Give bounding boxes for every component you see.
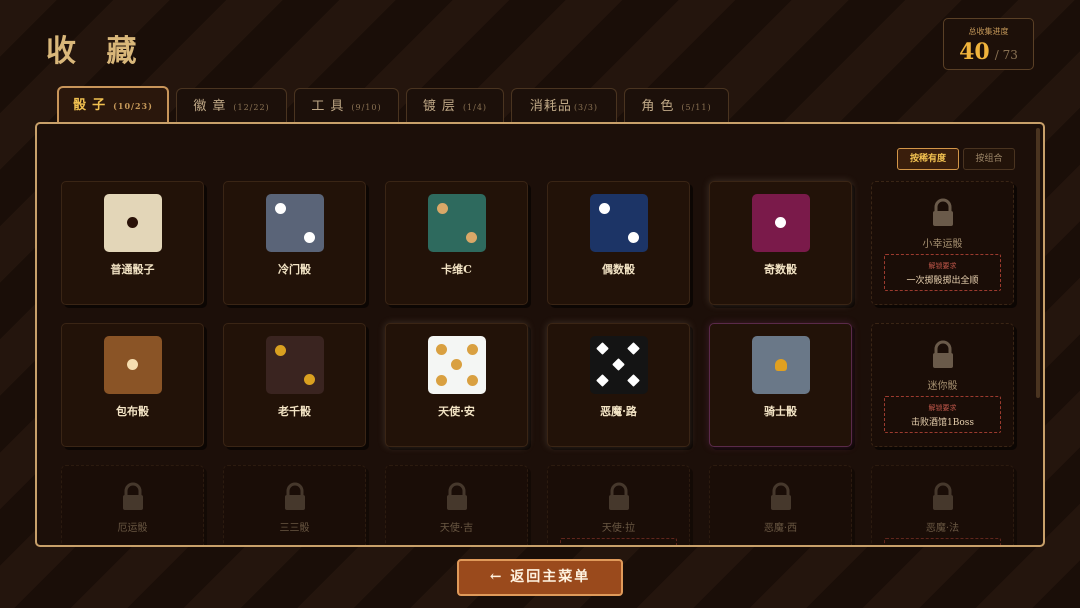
- card-name: 普通骰子: [110, 263, 155, 276]
- dice-card[interactable]: 冷门骰: [223, 181, 366, 305]
- card-name: 天使·拉: [601, 523, 636, 534]
- tab-label: 徽章: [193, 99, 232, 114]
- unlock-requirement: [884, 538, 1001, 545]
- dice-icon: [266, 336, 324, 394]
- dice-card[interactable]: 奇数骰: [709, 181, 852, 305]
- dice-card[interactable]: 恶魔·路: [547, 323, 690, 447]
- dice-card-locked[interactable]: 小幸运骰 解锁要求 一次掷骰掷出全顺: [871, 181, 1014, 305]
- unlock-requirement: 解锁要求 击败酒馆1Boss: [884, 396, 1001, 433]
- dice-card[interactable]: 偶数骰: [547, 181, 690, 305]
- tab-label: 消耗品: [529, 99, 572, 114]
- total-progress: 总收集进度 40 / 73: [943, 18, 1034, 70]
- dice-icon: [752, 336, 810, 394]
- dice-card[interactable]: 普通骰子: [61, 181, 204, 305]
- unlock-requirement: [560, 538, 677, 545]
- lock-icon: [933, 482, 953, 510]
- card-name: 冷门骰: [278, 263, 311, 276]
- tab-count: (9/10): [351, 103, 382, 112]
- card-name: 恶魔·法: [925, 523, 960, 534]
- tab-dice[interactable]: 骰子 (10/23): [57, 86, 169, 124]
- page-title: 收 藏: [46, 34, 147, 69]
- req-title: 解锁要求: [928, 262, 957, 270]
- dice-icon: [590, 336, 648, 394]
- tab-badges[interactable]: 徽章 (12/22): [176, 88, 287, 124]
- card-name: 天使·安: [438, 405, 475, 418]
- dice-card[interactable]: 骑士骰: [709, 323, 852, 447]
- lock-icon: [771, 482, 791, 510]
- tab-count: (10/23): [113, 101, 153, 111]
- dice-icon: [428, 336, 486, 394]
- dice-icon: [590, 194, 648, 252]
- dice-icon: [104, 194, 162, 252]
- card-name: 三三骰: [279, 523, 310, 534]
- card-name: 小幸运骰: [922, 239, 963, 250]
- tab-label: 骰子: [73, 98, 112, 113]
- req-text: 一次掷骰掷出全顺: [906, 276, 979, 286]
- card-name: 天使·吉: [439, 523, 474, 534]
- card-name: 老千骰: [278, 405, 311, 418]
- tab-count: (3/3): [573, 103, 599, 112]
- dice-card-locked[interactable]: 恶魔·法: [871, 465, 1014, 545]
- lock-icon: [933, 198, 953, 226]
- tab-label: 角色: [641, 99, 680, 114]
- dice-icon: [104, 336, 162, 394]
- progress-current: 40: [959, 39, 990, 65]
- lock-icon: [447, 482, 467, 510]
- dice-icon: [266, 194, 324, 252]
- sort-by-rarity-button[interactable]: 按稀有度: [897, 148, 959, 170]
- dice-card-locked[interactable]: 三三骰: [223, 465, 366, 545]
- progress-total: / 73: [994, 48, 1018, 62]
- sort-by-combo-button[interactable]: 按组合: [963, 148, 1015, 170]
- tab-tools[interactable]: 工具 (9/10): [294, 88, 399, 124]
- unlock-requirement: 解锁要求 一次掷骰掷出全顺: [884, 254, 1001, 291]
- card-name: 骑士骰: [764, 405, 797, 418]
- back-to-main-menu-button[interactable]: ← 返回主菜单: [457, 559, 623, 596]
- tab-count: (12/22): [233, 103, 270, 112]
- dice-icon: [428, 194, 486, 252]
- dice-card[interactable]: 包布骰: [61, 323, 204, 447]
- lock-icon: [609, 482, 629, 510]
- lock-icon: [123, 482, 143, 510]
- tab-label: 镀层: [422, 99, 461, 114]
- tab-characters[interactable]: 角色 (5/11): [624, 88, 729, 124]
- progress-label: 总收集进度: [968, 27, 1009, 36]
- tab-count: (1/4): [462, 103, 488, 112]
- dice-card[interactable]: 天使·安: [385, 323, 528, 447]
- tab-count: (5/11): [681, 103, 712, 112]
- tab-consumables[interactable]: 消耗品 (3/3): [511, 88, 617, 124]
- dice-card-locked[interactable]: 厄运骰: [61, 465, 204, 545]
- req-text: 击败酒馆1Boss: [911, 418, 974, 428]
- tab-label: 工具: [311, 99, 350, 114]
- card-name: 恶魔·西: [763, 523, 798, 534]
- card-name: 厄运骰: [117, 523, 148, 534]
- lock-icon: [933, 340, 953, 368]
- dice-card-locked[interactable]: 恶魔·西: [709, 465, 852, 545]
- dice-card-locked[interactable]: 天使·拉: [547, 465, 690, 545]
- scrollbar[interactable]: [1036, 128, 1040, 398]
- collection-panel: 按稀有度 按组合 普通骰子 冷门骰 卡维C 偶数骰 奇数骰 小幸运骰 解锁要求 …: [35, 122, 1045, 547]
- card-name: 恶魔·路: [600, 405, 637, 418]
- dice-card[interactable]: 卡维C: [385, 181, 528, 305]
- card-name: 卡维C: [441, 263, 472, 276]
- dice-icon: [752, 194, 810, 252]
- dice-card-locked[interactable]: 迷你骰 解锁要求 击败酒馆1Boss: [871, 323, 1014, 447]
- lock-icon: [285, 482, 305, 510]
- tab-plating[interactable]: 镀层 (1/4): [406, 88, 504, 124]
- card-name: 包布骰: [116, 405, 149, 418]
- req-title: 解锁要求: [928, 404, 957, 412]
- dice-card[interactable]: 老千骰: [223, 323, 366, 447]
- card-name: 迷你骰: [927, 381, 958, 392]
- card-name: 偶数骰: [602, 263, 635, 276]
- dice-card-locked[interactable]: 天使·吉: [385, 465, 528, 545]
- card-name: 奇数骰: [764, 263, 797, 276]
